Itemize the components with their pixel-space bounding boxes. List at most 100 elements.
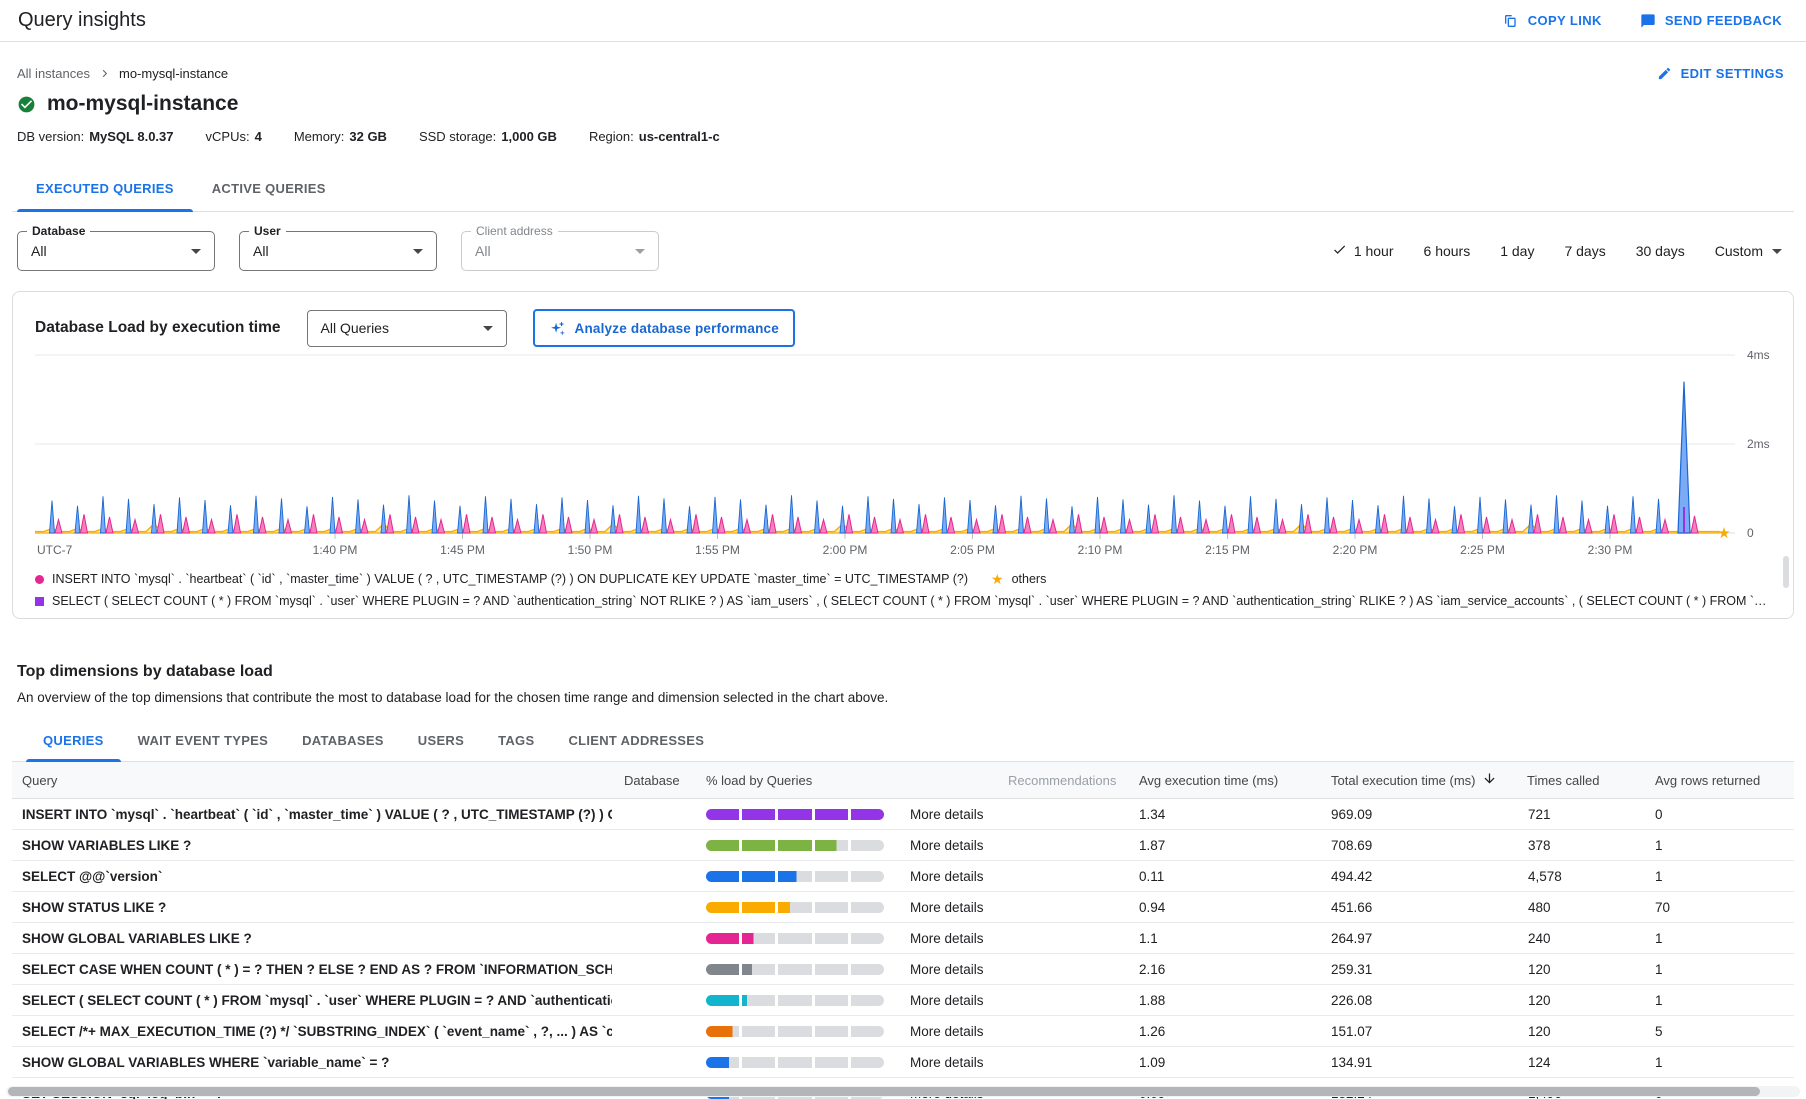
- svg-text:2:30 PM: 2:30 PM: [1588, 543, 1633, 557]
- query-filter-select[interactable]: All Queries: [307, 310, 507, 347]
- total-execution-time-cell: 969.09: [1322, 807, 1518, 822]
- filter-client-address: Client addressAll: [461, 231, 659, 271]
- column-header-times-called: Times called: [1518, 773, 1646, 788]
- load-bar: [706, 964, 884, 975]
- meta-value: MySQL 8.0.37: [89, 129, 173, 144]
- copy-link-label: COPY LINK: [1528, 13, 1602, 28]
- time-option-6-hours[interactable]: 6 hours: [1424, 243, 1471, 259]
- dimension-tab-client-addresses[interactable]: CLIENT ADDRESSES: [551, 720, 721, 761]
- legend-star-icon: ★: [991, 575, 1004, 584]
- query-cell: SHOW GLOBAL VARIABLES WHERE `variable_na…: [12, 1055, 612, 1070]
- horizontal-scrollbar-thumb[interactable]: [8, 1087, 1760, 1096]
- more-details-link[interactable]: More details: [910, 807, 984, 822]
- dimension-tab-tags[interactable]: TAGS: [481, 720, 551, 761]
- avg-rows-returned-cell: 1: [1646, 993, 1794, 1008]
- load-bar-segment: [815, 871, 848, 882]
- tab-executed-queries[interactable]: EXECUTED QUERIES: [17, 166, 193, 211]
- time-option-label: 1 hour: [1354, 243, 1394, 259]
- load-bar-segment: [706, 902, 739, 913]
- time-option-7-days[interactable]: 7 days: [1564, 243, 1605, 259]
- filter-user[interactable]: UserAll: [239, 231, 437, 271]
- page-title: Query insights: [18, 9, 146, 32]
- load-cell: More details: [694, 931, 1000, 946]
- avg-execution-time-cell: 1.88: [1130, 993, 1322, 1008]
- copy-link-button[interactable]: COPY LINK: [1503, 13, 1602, 29]
- column-header-avg-rows-returned: Avg rows returned: [1646, 773, 1794, 788]
- load-bar-segment: [706, 1026, 739, 1037]
- filter-value: All: [253, 243, 413, 259]
- load-bar-segment: [815, 995, 848, 1006]
- edit-settings-button[interactable]: EDIT SETTINGS: [1657, 66, 1784, 81]
- more-details-link[interactable]: More details: [910, 900, 984, 915]
- svg-text:UTC-7: UTC-7: [37, 543, 73, 557]
- meta-label: DB version:: [17, 129, 84, 144]
- load-cell: More details: [694, 1055, 1000, 1070]
- time-option-1-day[interactable]: 1 day: [1500, 243, 1534, 259]
- svg-text:2:20 PM: 2:20 PM: [1333, 543, 1378, 557]
- avg-rows-returned-cell: 0: [1646, 807, 1794, 822]
- load-bar: [706, 902, 884, 913]
- query-cell: SHOW VARIABLES LIKE ?: [12, 838, 612, 853]
- database-load-chart-svg: 4ms2ms01:40 PM1:45 PM1:50 PM1:55 PM2:00 …: [35, 351, 1780, 559]
- chevron-down-icon: [413, 249, 423, 254]
- load-bar: [706, 1057, 884, 1068]
- more-details-link[interactable]: More details: [910, 1055, 984, 1070]
- top-dimensions-title: Top dimensions by database load: [17, 663, 1794, 681]
- time-option-30-days[interactable]: 30 days: [1636, 243, 1685, 259]
- svg-text:2:10 PM: 2:10 PM: [1078, 543, 1123, 557]
- more-details-link[interactable]: More details: [910, 962, 984, 977]
- breadcrumb-all-instances[interactable]: All instances: [17, 66, 90, 81]
- more-details-link[interactable]: More details: [910, 1024, 984, 1039]
- load-bar-segment: [851, 933, 884, 944]
- table-row: SHOW VARIABLES LIKE ?More details1.87708…: [12, 830, 1794, 861]
- database-load-card: Database Load by execution time All Quer…: [12, 291, 1794, 619]
- time-option-label: 6 hours: [1424, 243, 1471, 259]
- queries-table: QueryDatabase% load by QueriesRecommenda…: [12, 762, 1794, 1099]
- load-bar-segment: [778, 1026, 811, 1037]
- load-bar-segment: [815, 1057, 848, 1068]
- load-bar-segment: [778, 933, 811, 944]
- send-feedback-button[interactable]: SEND FEEDBACK: [1640, 13, 1782, 29]
- table-row: SELECT @@`version`More details0.11494.42…: [12, 861, 1794, 892]
- legend-scrollbar[interactable]: [1783, 556, 1789, 588]
- tab-active-queries[interactable]: ACTIVE QUERIES: [193, 166, 345, 211]
- column-header-recommendations: Recommendations: [1000, 773, 1130, 788]
- column-header-label: Recommendations: [1008, 773, 1116, 788]
- time-option-custom[interactable]: Custom: [1715, 243, 1782, 259]
- more-details-link[interactable]: More details: [910, 993, 984, 1008]
- filter-label: User: [249, 224, 286, 238]
- load-bar: [706, 995, 884, 1006]
- load-bar-segment: [815, 933, 848, 944]
- load-bar-segment: [851, 871, 884, 882]
- load-bar-segment: [742, 871, 775, 882]
- dimension-tab-users[interactable]: USERS: [401, 720, 481, 761]
- load-cell: More details: [694, 1024, 1000, 1039]
- copy-icon: [1503, 13, 1519, 29]
- load-bar-segment: [706, 995, 739, 1006]
- load-bar-segment: [742, 809, 775, 820]
- meta-label: Memory:: [294, 129, 345, 144]
- dimension-tab-queries[interactable]: QUERIES: [26, 720, 121, 761]
- analyze-database-performance-button[interactable]: Analyze database performance: [533, 309, 795, 347]
- query-cell: SHOW STATUS LIKE ?: [12, 900, 612, 915]
- dimension-tab-wait-event-types[interactable]: WAIT EVENT TYPES: [121, 720, 285, 761]
- legend-text: others: [1012, 572, 1047, 586]
- avg-execution-time-cell: 1.34: [1130, 807, 1322, 822]
- more-details-link[interactable]: More details: [910, 931, 984, 946]
- load-bar-segment: [851, 1026, 884, 1037]
- instance-meta-item: Region:us-central1-c: [589, 129, 720, 144]
- avg-execution-time-cell: 1.09: [1130, 1055, 1322, 1070]
- svg-text:2:15 PM: 2:15 PM: [1205, 543, 1250, 557]
- svg-text:0: 0: [1747, 526, 1754, 540]
- dimension-tab-databases[interactable]: DATABASES: [285, 720, 401, 761]
- table-row: SHOW GLOBAL VARIABLES WHERE `variable_na…: [12, 1047, 1794, 1078]
- chevron-down-icon: [1772, 249, 1782, 254]
- more-details-link[interactable]: More details: [910, 869, 984, 884]
- table-row: SHOW GLOBAL VARIABLES LIKE ?More details…: [12, 923, 1794, 954]
- more-details-link[interactable]: More details: [910, 838, 984, 853]
- column-header-total-execution-time-ms-[interactable]: Total execution time (ms): [1322, 771, 1518, 789]
- filter-database[interactable]: DatabaseAll: [17, 231, 215, 271]
- table-body: INSERT INTO `mysql` . `heartbeat` ( `id`…: [12, 799, 1794, 1099]
- time-option-1-hour[interactable]: 1 hour: [1332, 242, 1394, 260]
- filter-label: Client address: [471, 224, 558, 238]
